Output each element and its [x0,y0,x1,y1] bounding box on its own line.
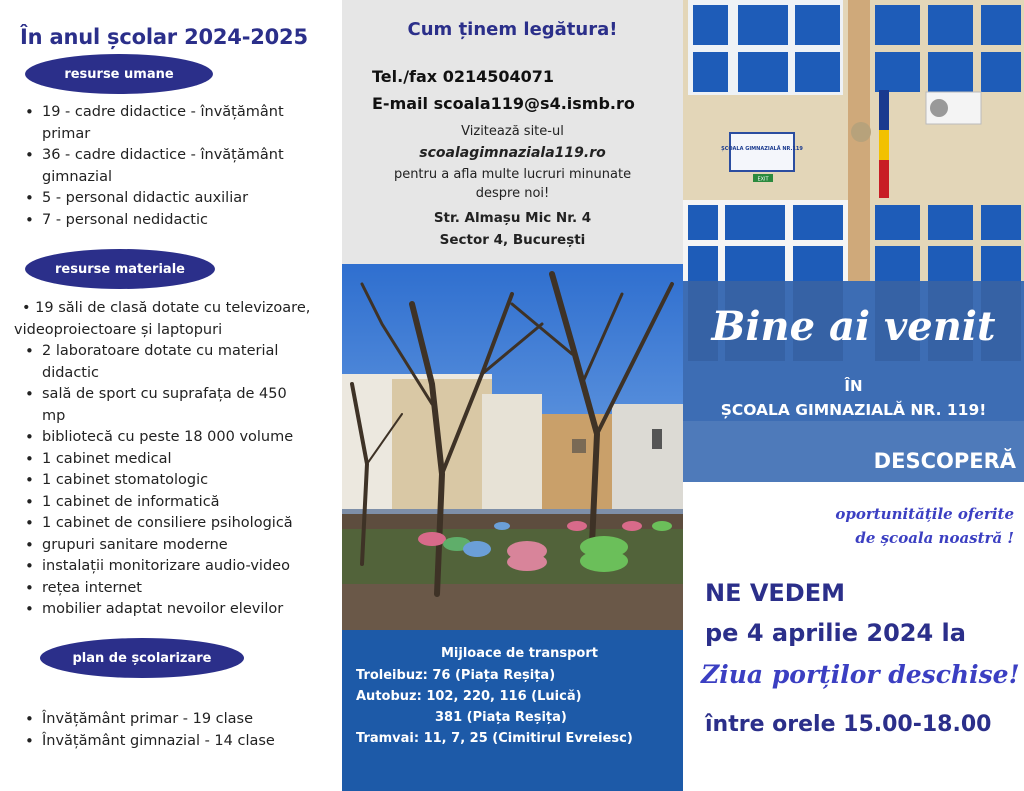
list-item: 5 - personal didactic auxiliar [22,188,337,210]
schoolyard-photo [342,264,683,630]
list-item: mp [42,407,66,424]
list-item: mobilier adaptat nevoilor elevilor [22,599,337,621]
school-building-photo: ȘCOALA GIMNAZIALĂ NR.119 EXIT [683,0,1024,281]
event-date: pe 4 aprilie 2024 la [705,619,966,647]
welcome-title: Bine ai venit [711,303,996,350]
list-item: 7 - personal nedidactic [22,210,337,232]
list-item: • 19 săli de clasă dotate cu televizoare… [22,300,311,316]
see-you-heading: NE VEDEM [705,579,846,607]
address-line-1: Str. Almașu Mic Nr. 4 [433,210,592,226]
welcome-in: ÎN [844,377,863,395]
address-line-2: Sector 4, București [439,232,586,248]
welcome-panel: Bine ai venit ÎN ȘCOALA GIMNAZIALĂ NR. 1… [683,281,1024,482]
list-item: instalații monitorizare audio-video [22,556,337,578]
list-item: rețea internet [22,578,337,600]
bus-info-2: 381 (Piața Reșița) [435,710,567,725]
visit-text: Vizitează site-ul [461,124,564,139]
material-first-item: • 19 săli de clasă dotate cu televizoare… [14,298,339,341]
visit-text-2: pentru a afla multe lucruri minunate [393,167,632,182]
contact-heading: Cum ținem legătura! [407,19,618,40]
list-item: 2 laboratoare dotate cu material [22,341,337,363]
visit-text-3: despre noi! [475,186,550,201]
discover-heading: DESCOPERĂ [873,449,1016,473]
school-year-title: În anul școlar 2024-2025 [20,25,308,49]
list-item: grupuri sanitare moderne [22,535,337,557]
list-item: gimnazial [2,167,337,189]
list-item: sală de sport cu suprafața de 450 [22,384,337,406]
school-name: ȘCOALA GIMNAZIALĂ NR. 119! [720,401,987,419]
list-item: Învățământ gimnazial - 14 clase [22,731,337,753]
list-item: Învățământ primar - 19 clase [22,709,337,731]
opportunities-line-1: oportunitățile oferite [835,505,1014,523]
list-item: 19 - cadre didactice - învățământ [22,102,337,124]
material-resources-list: 2 laboratoare dotate cu material didacti… [22,341,337,621]
phone-number: Tel./fax 0214504071 [372,67,555,86]
tram-info: Tramvai: 11, 7, 25 (Cimitirul Evreiesc) [356,731,633,746]
trolleybus-info: Troleibuz: 76 (Piața Reșița) [356,668,556,683]
list-item: 36 - cadre didactice - învățământ [22,145,337,167]
list-item: 1 cabinet medical [22,449,337,471]
schooling-plan-badge: plan de școlarizare [40,638,244,678]
human-resources-list: 19 - cadre didactice - învățământ primar… [22,102,337,231]
material-resources-badge: resurse materiale [25,249,215,289]
exit-sign-text: EXIT [757,177,769,183]
transport-panel: Mijloace de transport Troleibuz: 76 (Pia… [342,630,683,791]
schoolyard-illustration [342,264,683,630]
school-sign-text: ȘCOALA GIMNAZIALĂ NR.119 [721,145,803,152]
email-address: E-mail scoala119@s4.ismb.ro [372,94,635,113]
bus-info: Autobuz: 102, 220, 116 (Luică) [356,689,582,704]
list-item: bibliotecă cu peste 18 000 volume [22,427,337,449]
open-day-panel: oportunitățile oferite de școala noastră… [683,482,1024,791]
transport-title: Mijloace de transport [441,646,598,661]
list-item-text: videoproiectoare și laptopuri [14,321,223,338]
opportunities-line-2: de școala noastră ! [855,529,1014,547]
event-hours: între orele 15.00-18.00 [705,712,992,737]
list-item: 1 cabinet stomatologic [22,470,337,492]
contact-panel: Cum ținem legătura! Tel./fax 0214504071 … [342,0,683,264]
school-building-illustration: ȘCOALA GIMNAZIALĂ NR.119 EXIT [683,0,1024,281]
list-item-text: gimnazial [42,168,112,185]
list-item: 1 cabinet de informatică [22,492,337,514]
website-link[interactable]: scoalagimnaziala119.ro [342,145,683,161]
list-item: 1 cabinet de consiliere psihologică [22,513,337,535]
list-item-text: 19 săli de clasă dotate cu televizoare, [35,300,311,316]
human-resources-badge: resurse umane [25,54,213,94]
schooling-plan-list: Învățământ primar - 19 clase Învățământ … [22,709,337,752]
left-panel: În anul școlar 2024-2025 resurse umane 1… [0,0,342,791]
list-item: didactic [42,364,99,381]
open-day-title: Ziua porților deschise! [701,660,1020,689]
list-item: primar [42,125,91,142]
